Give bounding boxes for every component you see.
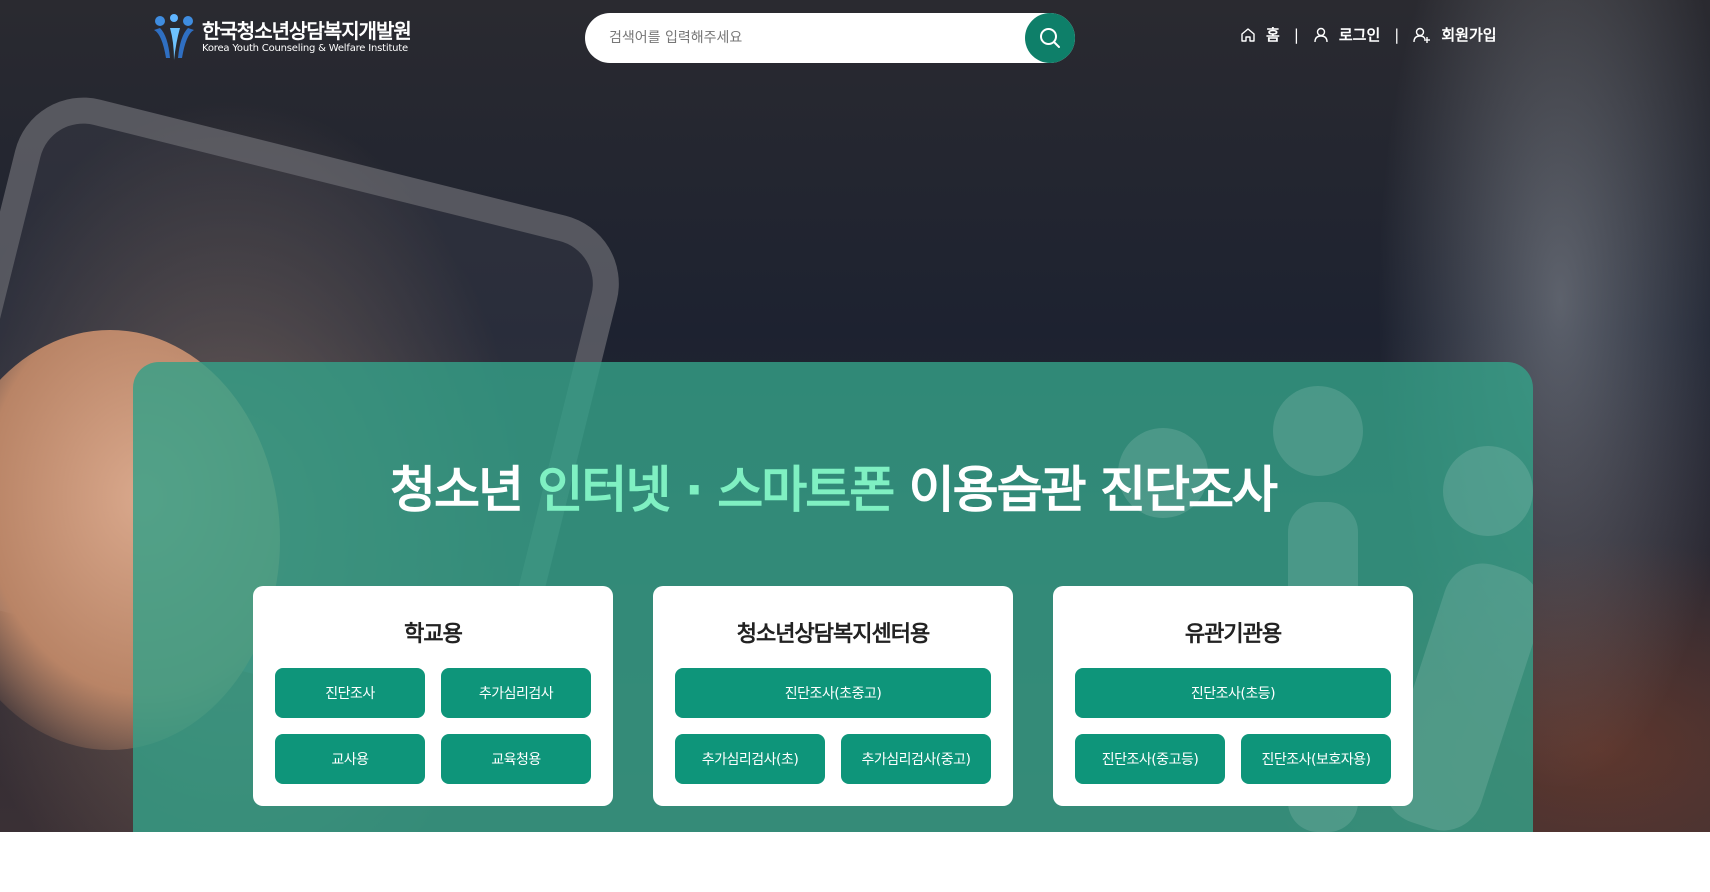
title-part-2: 이용습관 진단조사 xyxy=(893,461,1278,519)
title-part-1: 청소년 xyxy=(389,461,538,519)
survey-panel: 청소년 인터넷 · 스마트폰 이용습관 진단조사 학교용 진단조사 추가심리검사… xyxy=(133,362,1533,832)
logo-mark-icon xyxy=(152,14,196,62)
nav-separator: | xyxy=(1293,25,1299,44)
nav-separator: | xyxy=(1394,25,1400,44)
site-logo[interactable]: 한국청소년상담복지개발원 Korea Youth Counseling & We… xyxy=(152,14,412,62)
page: 한국청소년상담복지개발원 Korea Youth Counseling & We… xyxy=(0,0,1710,892)
user-icon xyxy=(1314,27,1328,42)
nav-home-label: 홈 xyxy=(1266,26,1280,44)
center-diagnosis-button[interactable]: 진단조사(초중고) xyxy=(675,668,991,718)
search-input[interactable] xyxy=(609,13,1009,63)
card-agency: 유관기관용 진단조사(초등) 진단조사(중고등) 진단조사(보호자용) xyxy=(1053,586,1413,806)
card-title: 학교용 xyxy=(404,622,463,647)
logo-korean-name: 한국청소년상담복지개발원 xyxy=(202,19,412,43)
nav-home[interactable]: 홈 xyxy=(1240,24,1280,45)
center-extra-test-elementary-button[interactable]: 추가심리검사(초) xyxy=(675,734,825,784)
school-diagnosis-button[interactable]: 진단조사 xyxy=(275,668,425,718)
logo-english-name: Korea Youth Counseling & Welfare Institu… xyxy=(202,43,408,54)
search-button[interactable] xyxy=(1025,13,1075,63)
user-plus-icon xyxy=(1413,27,1431,43)
search-icon xyxy=(1040,28,1060,48)
agency-diagnosis-secondary-button[interactable]: 진단조사(중고등) xyxy=(1075,734,1225,784)
card-center: 청소년상담복지센터용 진단조사(초중고) 추가심리검사(초) 추가심리검사(중고… xyxy=(653,586,1013,806)
logo-text: 한국청소년상담복지개발원 Korea Youth Counseling & We… xyxy=(202,19,412,56)
top-nav: 홈 | 로그인 | 회원가입 xyxy=(1240,24,1497,45)
hero-background: 한국청소년상담복지개발원 Korea Youth Counseling & We… xyxy=(0,0,1710,832)
nav-login-label: 로그인 xyxy=(1338,26,1381,44)
agency-diagnosis-elementary-button[interactable]: 진단조사(초등) xyxy=(1075,668,1391,718)
school-teacher-button[interactable]: 교사용 xyxy=(275,734,425,784)
home-icon xyxy=(1241,27,1255,42)
title-highlight: 인터넷 · 스마트폰 xyxy=(537,461,895,519)
center-extra-test-secondary-button[interactable]: 추가심리검사(중고) xyxy=(841,734,991,784)
page-title: 청소년 인터넷 · 스마트폰 이용습관 진단조사 xyxy=(133,450,1533,522)
nav-signup-label: 회원가입 xyxy=(1441,26,1497,44)
search-bar xyxy=(585,13,1075,63)
card-school: 학교용 진단조사 추가심리검사 교사용 교육청용 xyxy=(253,586,613,806)
school-extra-test-button[interactable]: 추가심리검사 xyxy=(441,668,591,718)
agency-diagnosis-guardian-button[interactable]: 진단조사(보호자용) xyxy=(1241,734,1391,784)
card-title: 청소년상담복지센터용 xyxy=(736,622,930,647)
card-title: 유관기관용 xyxy=(1184,622,1282,647)
nav-signup[interactable]: 회원가입 xyxy=(1413,24,1497,45)
nav-login[interactable]: 로그인 xyxy=(1313,24,1380,45)
school-office-button[interactable]: 교육청용 xyxy=(441,734,591,784)
